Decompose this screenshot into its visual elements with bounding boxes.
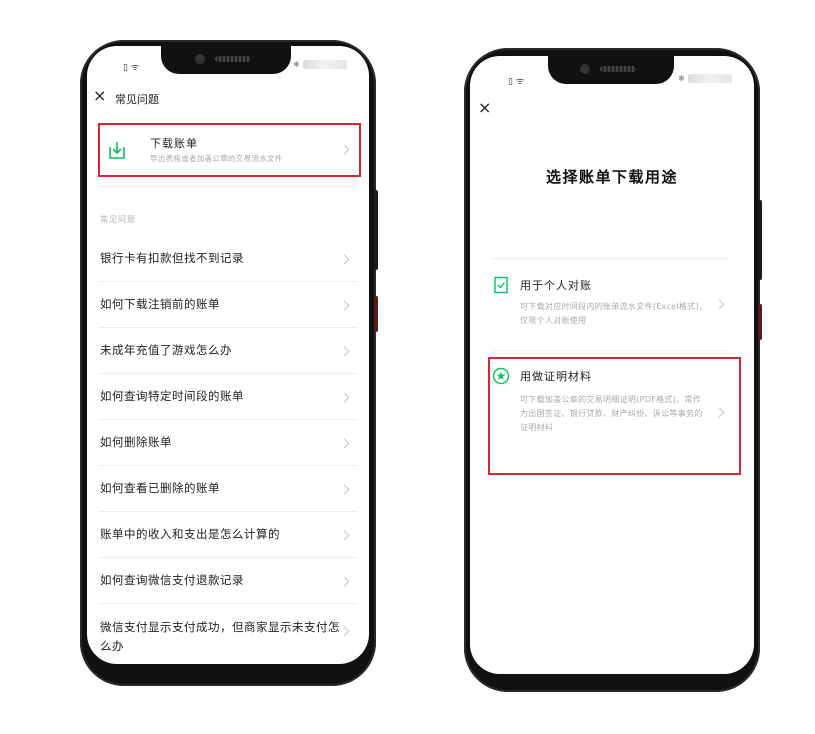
faq-item-label: 如何下载注销前的账单: [100, 297, 220, 311]
divider: [99, 186, 357, 187]
status-bar-left-icons: ▯ ᯤ: [508, 77, 525, 87]
front-camera-icon: [580, 64, 590, 74]
highlight-box: [98, 123, 361, 177]
chevron-right-icon: [339, 530, 350, 541]
faq-item-label: 银行卡有扣款但找不到记录: [100, 251, 244, 265]
faq-item-label: 如何查询特定时间段的账单: [100, 389, 244, 403]
right-phone-power-button: [758, 304, 762, 340]
left-phone-side-button: [374, 190, 378, 270]
chevron-right-icon: [714, 299, 725, 310]
highlight-box: [488, 357, 741, 475]
document-check-icon: [494, 276, 508, 294]
faq-item-label: 未成年充值了游戏怎么办: [100, 343, 232, 357]
faq-item-label: 如何删除账单: [100, 435, 172, 449]
chevron-right-icon: [339, 576, 350, 587]
speaker-grill: [600, 66, 636, 72]
faq-item-label: 如何查看已删除的账单: [100, 481, 220, 495]
faq-item-label: 如何查询微信支付退款记录: [100, 573, 244, 587]
chevron-right-icon: [339, 346, 350, 357]
chevron-right-icon: [339, 484, 350, 495]
faq-item[interactable]: 如何查询特定时间段的账单: [87, 374, 369, 420]
faq-item-label: 微信支付显示支付成功，但商家显示未支付怎么办: [100, 620, 340, 653]
faq-item-label: 账单中的收入和支出是怎么计算的: [100, 527, 280, 541]
blurred-status: [687, 74, 732, 83]
right-notch: [548, 56, 674, 84]
right-phone-side-button: [758, 200, 762, 280]
faq-item[interactable]: 微信支付显示支付成功，但商家显示未支付怎么办: [87, 604, 369, 664]
option-title: 用于个人对账: [520, 279, 592, 292]
divider: [492, 350, 728, 351]
faq-item[interactable]: 银行卡有扣款但找不到记录: [87, 236, 369, 282]
left-phone-screen: ▯ ᯤ ✱ × 常见问题 下载账单 导出表格或者加盖公章的交易流水文件 常见问题…: [87, 46, 369, 664]
faq-item[interactable]: 如何下载注销前的账单: [87, 282, 369, 328]
faq-item[interactable]: 如何删除账单: [87, 420, 369, 466]
option-personal-reconciliation[interactable]: 用于个人对账 可下载对应时间段内的账单流水文件(Excel格式)，仅限个人对账使…: [488, 268, 734, 348]
right-phone-screen: ▯ ᯤ ✱ × 选择账单下载用途 用于个人对账 可下载对应时间段内的账单流水文件…: [470, 56, 754, 674]
section-label: 常见问题: [100, 215, 136, 224]
divider: [492, 258, 728, 259]
left-phone-power-button: [374, 296, 378, 332]
front-camera-icon: [195, 54, 205, 64]
page-title: 常见问题: [115, 93, 159, 106]
chevron-right-icon: [339, 300, 350, 311]
chevron-right-icon: [339, 626, 350, 637]
chevron-right-icon: [339, 438, 350, 449]
left-notch: [161, 46, 291, 74]
bluetooth-icon: ✱: [678, 74, 685, 83]
speaker-grill: [215, 56, 251, 62]
status-bar-left-icons: ▯ ᯤ: [123, 63, 140, 73]
status-bar-right: ✱: [293, 60, 347, 69]
close-icon[interactable]: ×: [93, 86, 106, 105]
bluetooth-icon: ✱: [293, 60, 300, 69]
chevron-right-icon: [339, 254, 350, 265]
option-description: 可下载对应时间段内的账单流水文件(Excel格式)，仅限个人对账使用: [520, 302, 708, 325]
page-title: 选择账单下载用途: [545, 168, 678, 186]
faq-item[interactable]: 账单中的收入和支出是怎么计算的: [87, 512, 369, 558]
status-bar-right: ✱: [678, 74, 732, 83]
close-icon[interactable]: ×: [478, 98, 491, 117]
faq-item[interactable]: 如何查看已删除的账单: [87, 466, 369, 512]
faq-item[interactable]: 如何查询微信支付退款记录: [87, 558, 369, 604]
chevron-right-icon: [339, 392, 350, 403]
faq-item[interactable]: 未成年充值了游戏怎么办: [87, 328, 369, 374]
blurred-status: [302, 60, 347, 69]
